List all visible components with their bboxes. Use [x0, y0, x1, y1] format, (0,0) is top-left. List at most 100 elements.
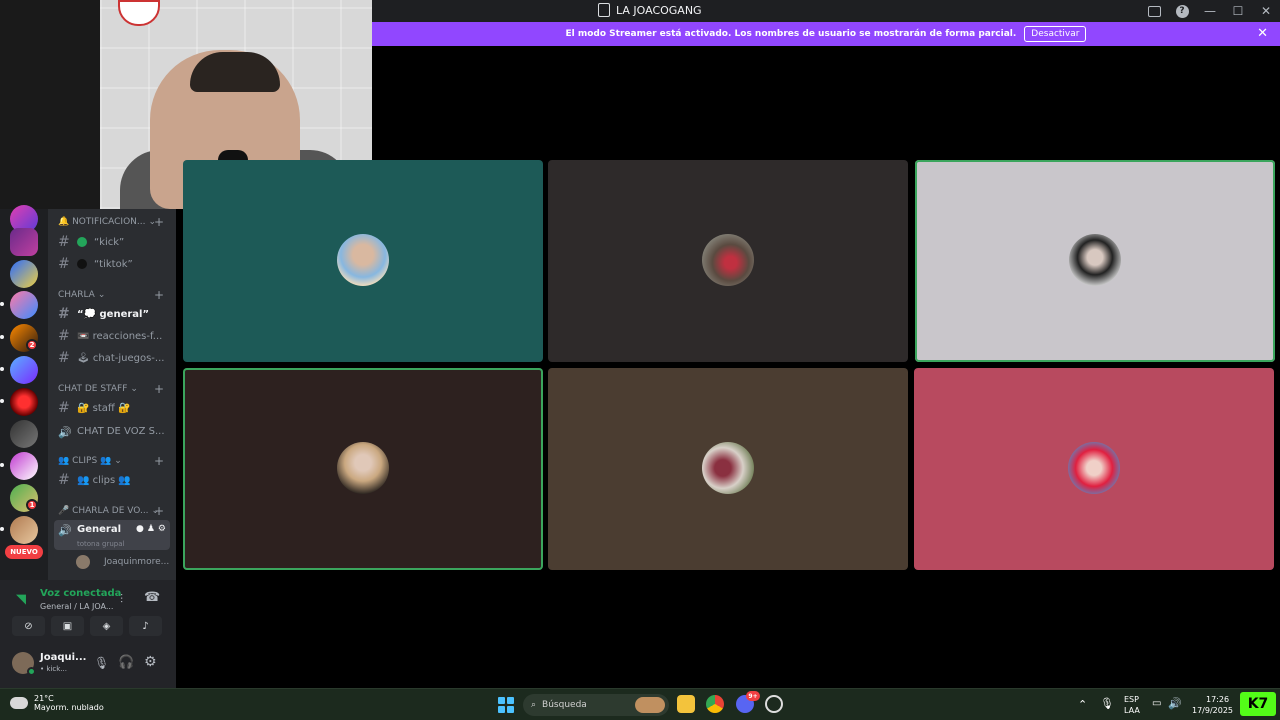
participant-tile[interactable]: [914, 368, 1274, 570]
maximize-button[interactable]: ☐: [1224, 0, 1252, 22]
channel-staff[interactable]: # 🔐 staff 🔐: [58, 398, 170, 418]
webcam-speaker: [0, 0, 100, 209]
invite-icon[interactable]: ♟: [147, 524, 155, 534]
gear-icon[interactable]: ⚙: [158, 524, 166, 534]
discord-badge: 9+: [746, 691, 760, 701]
server-badge: 2: [26, 339, 38, 351]
category-staff[interactable]: CHAT DE STAFF ⌄ +: [58, 382, 164, 396]
add-channel-icon[interactable]: +: [154, 454, 164, 468]
activity-button[interactable]: ◈: [90, 616, 123, 636]
hash-icon: #: [58, 472, 70, 488]
server-badge: 1: [26, 499, 38, 511]
chevron-up-icon[interactable]: ⌃: [1078, 698, 1087, 711]
server-icon-11[interactable]: [10, 516, 38, 544]
help-icon[interactable]: ?: [1168, 0, 1196, 22]
noise-suppression-icon[interactable]: ⫶: [120, 592, 123, 607]
channel-kick[interactable]: # “kick”: [58, 232, 170, 252]
channel-tiktok[interactable]: # “tiktok”: [58, 254, 170, 274]
category-clips[interactable]: 👥 CLIPS 👥 ⌄ +: [58, 454, 164, 468]
chat-icon[interactable]: ●: [136, 524, 144, 534]
search-highlight-image: [635, 697, 665, 713]
discord-window: LA JOACOGANG ? — ☐ ✕ El modo Streamer es…: [0, 0, 1280, 720]
channel-reacciones[interactable]: # 📼 reacciones-f...: [58, 326, 170, 346]
app-icon[interactable]: [765, 695, 783, 713]
signal-icon[interactable]: ◥: [16, 592, 30, 607]
camera-off-button[interactable]: ⊘: [12, 616, 45, 636]
add-channel-icon[interactable]: +: [154, 215, 164, 229]
network-icon[interactable]: ▭: [1152, 698, 1161, 709]
inbox-icon[interactable]: [1140, 0, 1168, 22]
hash-icon: #: [58, 306, 70, 322]
channel-label: “💭 general”: [77, 308, 150, 320]
add-channel-icon[interactable]: +: [154, 288, 164, 302]
server-icon-2[interactable]: [10, 228, 38, 256]
channel-chat-juegos[interactable]: # 🕹 chat-juegos-...: [58, 348, 170, 368]
clock-time[interactable]: 17:26: [1206, 695, 1229, 704]
participant-avatar: [1069, 234, 1121, 286]
unread-indicator: [0, 527, 4, 531]
disconnect-icon[interactable]: ☎: [144, 590, 160, 605]
category-notificaciones[interactable]: 🔔 NOTIFICACION... ⌄ +: [58, 215, 164, 229]
server-icon-9[interactable]: [10, 452, 38, 480]
server-icon-8[interactable]: [10, 420, 38, 448]
username[interactable]: Joaqui...: [40, 652, 86, 663]
channel-label: 🕹 chat-juegos-...: [77, 352, 165, 364]
voice-status[interactable]: Voz conectada: [40, 588, 121, 599]
close-icon[interactable]: ✕: [1257, 26, 1268, 41]
weather-desc: Mayorm. nublado: [34, 703, 104, 712]
hash-icon: #: [58, 400, 70, 416]
category-charla[interactable]: CHARLA ⌄ +: [58, 288, 164, 302]
channel-general[interactable]: # “💭 general”: [58, 304, 170, 324]
webcam-person-hair: [190, 52, 280, 92]
voice-channel-status: totona grupal: [77, 540, 125, 548]
participant-tile[interactable]: [548, 368, 908, 570]
microphone-icon[interactable]: 🎙: [1100, 697, 1114, 710]
microphone-icon[interactable]: 🎙: [94, 656, 109, 670]
unread-indicator: [0, 399, 4, 403]
voice-location[interactable]: General / LA JOA...: [40, 602, 113, 611]
participant-tile[interactable]: [183, 368, 543, 570]
server-icon-6[interactable]: [10, 356, 38, 384]
category-label: 🎤 CHARLA DE VO...: [58, 506, 149, 516]
voice-member[interactable]: Joaquinmore...: [76, 555, 169, 569]
category-label: 🔔 NOTIFICACION...: [58, 217, 146, 227]
taskbar-search[interactable]: ⌕ Búsqueda: [523, 694, 669, 716]
title-bar-controls: ? — ☐ ✕: [1140, 0, 1280, 22]
voice-channel-actions: ● ♟ ⚙: [136, 524, 166, 534]
gear-icon[interactable]: ⚙: [144, 654, 157, 670]
add-channel-icon[interactable]: +: [154, 504, 164, 518]
kick-k7-logo: K7: [1240, 692, 1276, 716]
language-2[interactable]: LAA: [1124, 706, 1140, 715]
participant-tile[interactable]: [548, 160, 908, 362]
weather-widget[interactable]: 21°C Mayorm. nublado: [10, 694, 104, 712]
participant-tile[interactable]: [915, 160, 1275, 362]
headphones-icon[interactable]: 🎧: [118, 655, 134, 670]
server-icon-7[interactable]: [10, 388, 38, 416]
category-charla-de-voz[interactable]: 🎤 CHARLA DE VO... ⌄ +: [58, 504, 164, 518]
channel-chat-de-voz[interactable]: 🔊 CHAT DE VOZ S...: [58, 421, 170, 441]
category-label: CHAT DE STAFF: [58, 384, 128, 394]
close-window-button[interactable]: ✕: [1252, 0, 1280, 22]
clock-date[interactable]: 17/9/2025: [1192, 706, 1233, 715]
category-label: 👥 CLIPS 👥: [58, 456, 112, 466]
add-channel-icon[interactable]: +: [154, 382, 164, 396]
channel-clips[interactable]: # 👥 clips 👥: [58, 470, 170, 490]
channel-sidebar: 🔔 NOTIFICACION... ⌄ + # “kick” # “tiktok…: [48, 209, 176, 580]
disable-streamer-button[interactable]: Desactivar: [1024, 26, 1087, 42]
search-placeholder: Búsqueda: [542, 700, 587, 710]
channel-label: General: [77, 524, 121, 535]
server-icon-4[interactable]: [10, 291, 38, 319]
streamer-mode-banner: El modo Streamer está activado. Los nomb…: [372, 22, 1280, 46]
windows-start-icon[interactable]: [498, 697, 514, 713]
language-1[interactable]: ESP: [1124, 695, 1139, 704]
soundboard-button[interactable]: ♪: [129, 616, 162, 636]
weather-temp: 21°C: [34, 694, 54, 703]
file-explorer-icon[interactable]: [677, 695, 695, 713]
server-icon-3[interactable]: [10, 260, 38, 288]
screen-share-button[interactable]: ▣: [51, 616, 84, 636]
volume-icon[interactable]: 🔊: [1168, 697, 1182, 710]
minimize-button[interactable]: —: [1196, 0, 1224, 22]
chrome-icon[interactable]: [706, 695, 724, 713]
window-title: LA JOACOGANG: [598, 3, 702, 17]
participant-tile[interactable]: [183, 160, 543, 362]
